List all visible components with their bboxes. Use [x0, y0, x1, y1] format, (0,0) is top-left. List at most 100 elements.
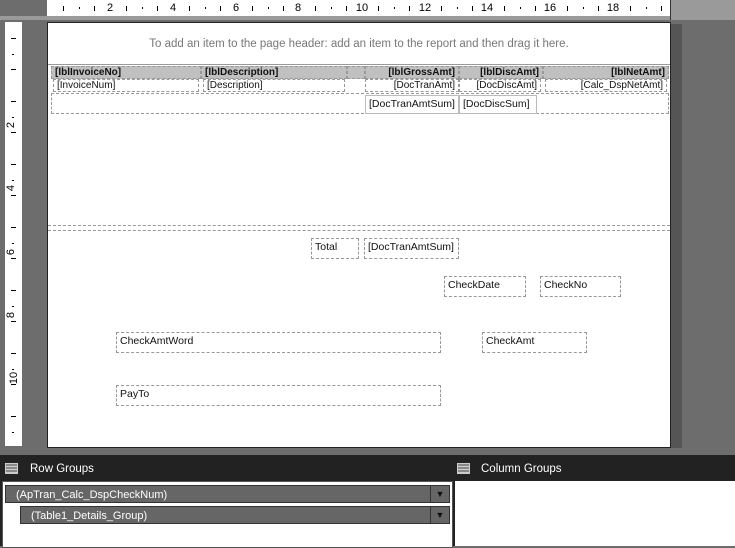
ruler-tick	[346, 6, 348, 11]
ruler-tick	[251, 6, 253, 11]
ruler-tick	[11, 384, 16, 386]
row-group-label: (Table1_Details_Group)	[31, 510, 148, 522]
ruler-label: 2	[106, 2, 114, 14]
body-separator	[48, 230, 670, 231]
footer-doc-disc-sum[interactable]: [DocDiscSum]	[459, 95, 537, 114]
ruler-label: 18	[606, 2, 620, 14]
ruler-tick	[11, 195, 16, 197]
footer-doc-tran-amt-sum[interactable]: [DocTranAmtSum]	[365, 95, 459, 114]
ruler-tick	[440, 6, 442, 11]
page-shadow	[670, 24, 682, 448]
ruler-tick	[11, 69, 16, 71]
ruler-tick	[125, 6, 127, 11]
ruler-tick	[472, 6, 474, 11]
ruler-tick	[377, 6, 379, 11]
ruler-tick	[11, 415, 16, 417]
header-empty[interactable]	[347, 66, 365, 79]
column-groups-title: Column Groups	[481, 463, 562, 475]
ruler-bar	[0, 16, 735, 20]
ruler-label: 10	[355, 2, 369, 14]
ruler-label: 8	[294, 2, 302, 14]
header-invoice-no[interactable]: [lblInvoiceNo]	[51, 66, 201, 79]
ruler-label: 16	[543, 2, 557, 14]
header-disc-amt[interactable]: [lblDiscAmt]	[459, 66, 543, 79]
row-groups-pane: (ApTran_Calc_DspCheckNum) ▼ (Table1_Deta…	[2, 481, 453, 548]
ruler-tick	[267, 7, 269, 9]
ruler-tick	[141, 7, 143, 9]
ruler-tick	[62, 6, 64, 11]
ruler-tick	[157, 6, 159, 11]
chevron-down-icon[interactable]: ▼	[430, 507, 449, 523]
ruler-tick	[566, 6, 568, 11]
row-group-item[interactable]: (Table1_Details_Group) ▼	[20, 506, 450, 524]
ruler-tick	[12, 368, 14, 370]
row-group-item[interactable]: (ApTran_Calc_DspCheckNum) ▼	[5, 485, 450, 503]
row-group-label: (ApTran_Calc_DspCheckNum)	[16, 489, 168, 501]
detail-invoice-num[interactable]: [InvoiceNum]	[53, 79, 199, 92]
ruler-tick	[12, 116, 14, 118]
ruler-tick	[11, 132, 16, 134]
report-design-surface[interactable]: To add an item to the page header: add a…	[47, 22, 671, 448]
column-groups-pane	[455, 481, 735, 546]
ruler-tick	[11, 352, 16, 354]
ruler-tick	[78, 7, 80, 9]
header-gross-amt[interactable]: [lblGrossAmt]	[365, 66, 459, 79]
ruler-label: 4	[169, 2, 177, 14]
ruler-tick	[629, 6, 631, 11]
ruler-tick	[12, 179, 14, 181]
ruler-label: 6	[232, 2, 240, 14]
ruler-label: 14	[480, 2, 494, 14]
ruler-tick	[503, 6, 505, 11]
ruler-tick	[94, 6, 96, 11]
table-footer-row[interactable]	[51, 93, 669, 114]
ruler-label: 8	[5, 311, 18, 319]
ruler-label: 12	[418, 2, 432, 14]
ruler-tick	[314, 6, 316, 11]
detail-doc-disc-amt[interactable]: [DocDiscAmt]	[459, 79, 541, 92]
ruler-tick	[12, 53, 14, 55]
ruler-tick	[11, 100, 16, 102]
ruler-tick	[519, 7, 521, 9]
ruler-tick	[11, 321, 16, 323]
ruler-tick	[393, 7, 395, 9]
ruler-tick	[11, 289, 16, 291]
body-separator	[48, 225, 670, 226]
check-no-field[interactable]: CheckNo	[540, 276, 621, 297]
ruler-tick	[188, 6, 190, 11]
ruler-tick	[409, 6, 411, 11]
detail-net-amt[interactable]: [Calc_DspNetAmt]	[545, 79, 667, 92]
header-net-amt[interactable]: [lblNetAmt]	[543, 66, 669, 79]
detail-description[interactable]: [Description]	[203, 79, 345, 92]
check-amt-word-field[interactable]: CheckAmtWord	[116, 332, 441, 353]
row-groups-icon	[5, 463, 18, 474]
ruler-label: 10	[8, 371, 21, 385]
chevron-down-icon[interactable]: ▼	[430, 486, 449, 502]
ruler-end	[670, 0, 735, 20]
ruler-tick	[535, 6, 537, 11]
pay-to-field[interactable]: PayTo	[116, 385, 441, 406]
page-header-separator	[48, 64, 670, 65]
ruler-tick	[456, 7, 458, 9]
ruler-tick	[330, 7, 332, 9]
check-amt-field[interactable]: CheckAmt	[482, 332, 587, 353]
ruler-tick	[220, 6, 222, 11]
ruler-label: 2	[5, 121, 18, 129]
ruler-tick	[204, 7, 206, 9]
ruler-tick	[11, 226, 16, 228]
column-groups-icon	[457, 463, 470, 474]
ruler-tick	[11, 163, 16, 165]
ruler-tick	[582, 7, 584, 9]
vertical-ruler: 2 4 6 8 10	[5, 22, 22, 446]
ruler-tick	[661, 6, 663, 11]
ruler-tick	[11, 258, 16, 260]
total-label[interactable]: Total	[311, 238, 359, 259]
ruler-tick	[645, 7, 647, 9]
total-value[interactable]: [DocTranAmtSum]	[364, 238, 459, 259]
ruler-tick	[598, 6, 600, 11]
horizontal-ruler: 2 4 6 8 10 12 14 16 18	[47, 0, 670, 16]
row-groups-title: Row Groups	[30, 463, 94, 475]
header-description[interactable]: [lblDescription]	[201, 66, 347, 79]
ruler-tick	[12, 431, 14, 433]
check-date-field[interactable]: CheckDate	[444, 276, 526, 297]
detail-doc-tran-amt[interactable]: [DocTranAmt]	[365, 79, 459, 92]
